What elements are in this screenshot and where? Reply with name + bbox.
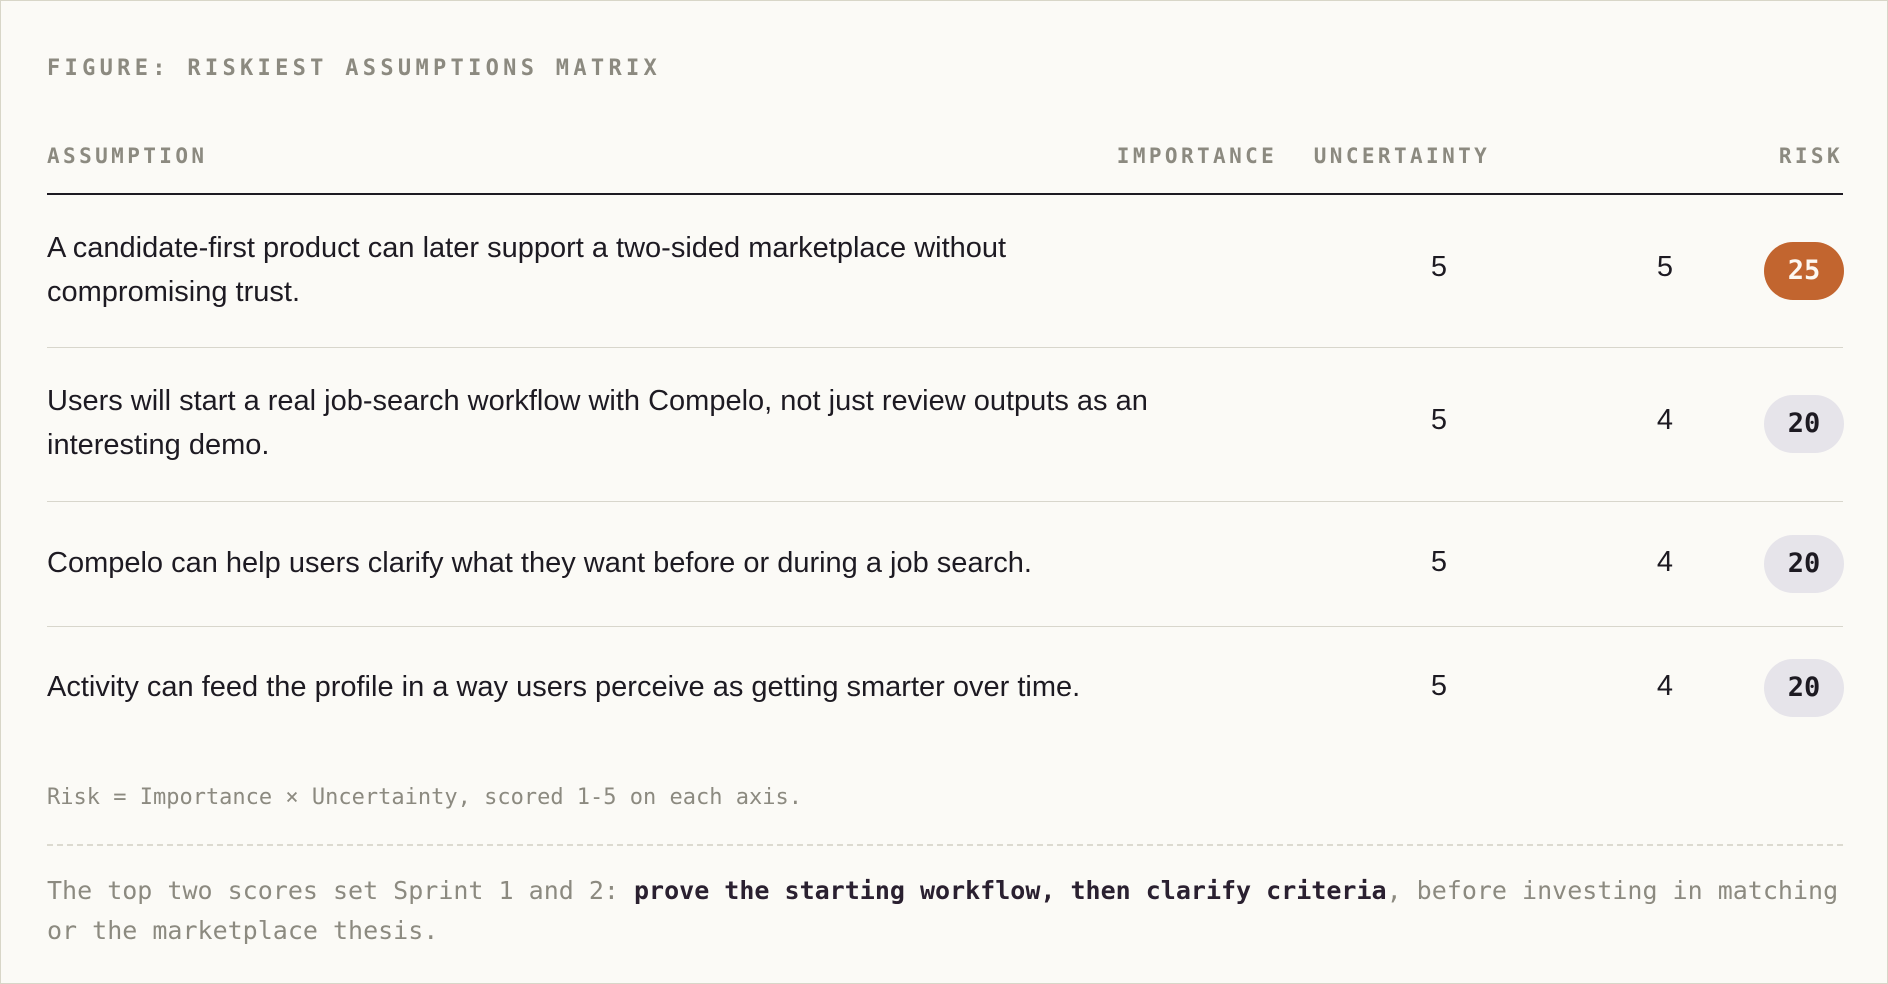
table-row: A candidate-first product can later supp… [47,195,1844,348]
risk-score-badge: 25 [1764,242,1844,300]
risk-score-badge: 20 [1764,395,1844,453]
uncertainty-score: 5 [1656,251,1674,283]
dashed-divider [47,844,1843,846]
column-header-uncertainty: UNCERTAINTY [1313,144,1491,168]
table-header: ASSUMPTION IMPORTANCE UNCERTAINTY RISK [47,141,1843,195]
risk-formula-caption: Risk = Importance × Uncertainty, scored … [47,785,802,810]
importance-score: 5 [1430,546,1448,578]
column-header-risk: RISK [1778,144,1843,168]
assumption-text: Users will start a real job-search workf… [47,385,1148,461]
importance-score: 5 [1430,404,1448,436]
figure-card: FIGURE: RISKIEST ASSUMPTIONS MATRIX ASSU… [0,0,1888,984]
assumption-text: Compelo can help users clarify what they… [47,547,1032,579]
assumption-text: A candidate-first product can later supp… [47,232,1007,308]
assumption-text: Activity can feed the profile in a way u… [47,671,1081,703]
importance-score: 5 [1430,670,1448,702]
summary-note: The top two scores set Sprint 1 and 2: p… [47,871,1843,951]
uncertainty-score: 4 [1656,404,1674,436]
uncertainty-score: 4 [1656,546,1674,578]
figure-title: FIGURE: RISKIEST ASSUMPTIONS MATRIX [47,56,662,81]
risk-score-badge: 20 [1764,659,1844,717]
table-row: Activity can feed the profile in a way u… [47,627,1844,751]
importance-score: 5 [1430,251,1448,283]
column-header-importance: IMPORTANCE [1116,144,1278,168]
table-row: Compelo can help users clarify what they… [47,502,1844,627]
summary-note-prefix: The top two scores set Sprint 1 and 2: [47,876,634,905]
table-row: Users will start a real job-search workf… [47,348,1844,502]
column-header-assumption: ASSUMPTION [47,144,208,168]
uncertainty-score: 4 [1656,670,1674,702]
risk-score-badge: 20 [1764,535,1844,593]
summary-note-emphasis: prove the starting workflow, then clarif… [634,876,1387,905]
